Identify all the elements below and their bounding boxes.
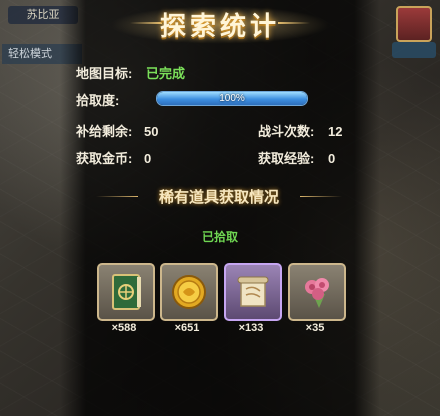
pickup-progress-text: 100% <box>219 93 245 104</box>
map-goal-label: 地图目标: <box>76 66 133 81</box>
item-slot-scroll[interactable] <box>224 263 282 321</box>
item-count: ×651 <box>174 322 200 334</box>
rose-bouquet-icon <box>296 271 338 313</box>
item-count: ×588 <box>111 322 137 334</box>
exp-row: 获取经验: 0 <box>258 148 335 167</box>
right-badge <box>392 42 436 58</box>
exp-label: 获取经验: <box>258 151 315 166</box>
page-title: 探索统计 <box>159 11 280 41</box>
supply-row: 补给剩余: 50 <box>76 121 158 140</box>
item-count: ×35 <box>305 322 325 334</box>
title-banner: 探索统计 <box>70 0 370 50</box>
exp-value: 0 <box>327 151 336 166</box>
item-slot-bouquet[interactable] <box>288 263 346 321</box>
gold-coin-icon <box>168 271 210 313</box>
scroll-icon <box>232 271 274 313</box>
battle-value: 12 <box>327 124 343 139</box>
section-divider-right <box>300 196 342 197</box>
gold-row: 获取金币: 0 <box>76 148 151 167</box>
pickup-progress-bar: 100% <box>156 91 308 106</box>
item-slot-book[interactable] <box>97 263 155 321</box>
supply-value: 50 <box>143 124 159 139</box>
item-slot-coin[interactable] <box>160 263 218 321</box>
gold-label: 获取金币: <box>76 151 133 166</box>
supply-label: 补给剩余: <box>76 124 133 139</box>
pickup-status: 已拾取 <box>201 230 238 244</box>
rare-items-title: 稀有道具获取情况 <box>158 189 279 206</box>
pickup-row: 拾取度: <box>76 90 119 109</box>
green-book-icon <box>105 271 147 313</box>
section-divider-left <box>96 196 138 197</box>
gold-value: 0 <box>143 151 152 166</box>
treasure-chest-icon <box>396 6 432 42</box>
item-count: ×133 <box>238 322 264 334</box>
battle-label: 战斗次数: <box>258 124 315 139</box>
map-goal-value: 已完成 <box>145 66 185 81</box>
pickup-label: 拾取度: <box>76 93 120 108</box>
map-goal-row: 地图目标: 已完成 <box>76 63 185 82</box>
battle-row: 战斗次数: 12 <box>258 121 342 140</box>
